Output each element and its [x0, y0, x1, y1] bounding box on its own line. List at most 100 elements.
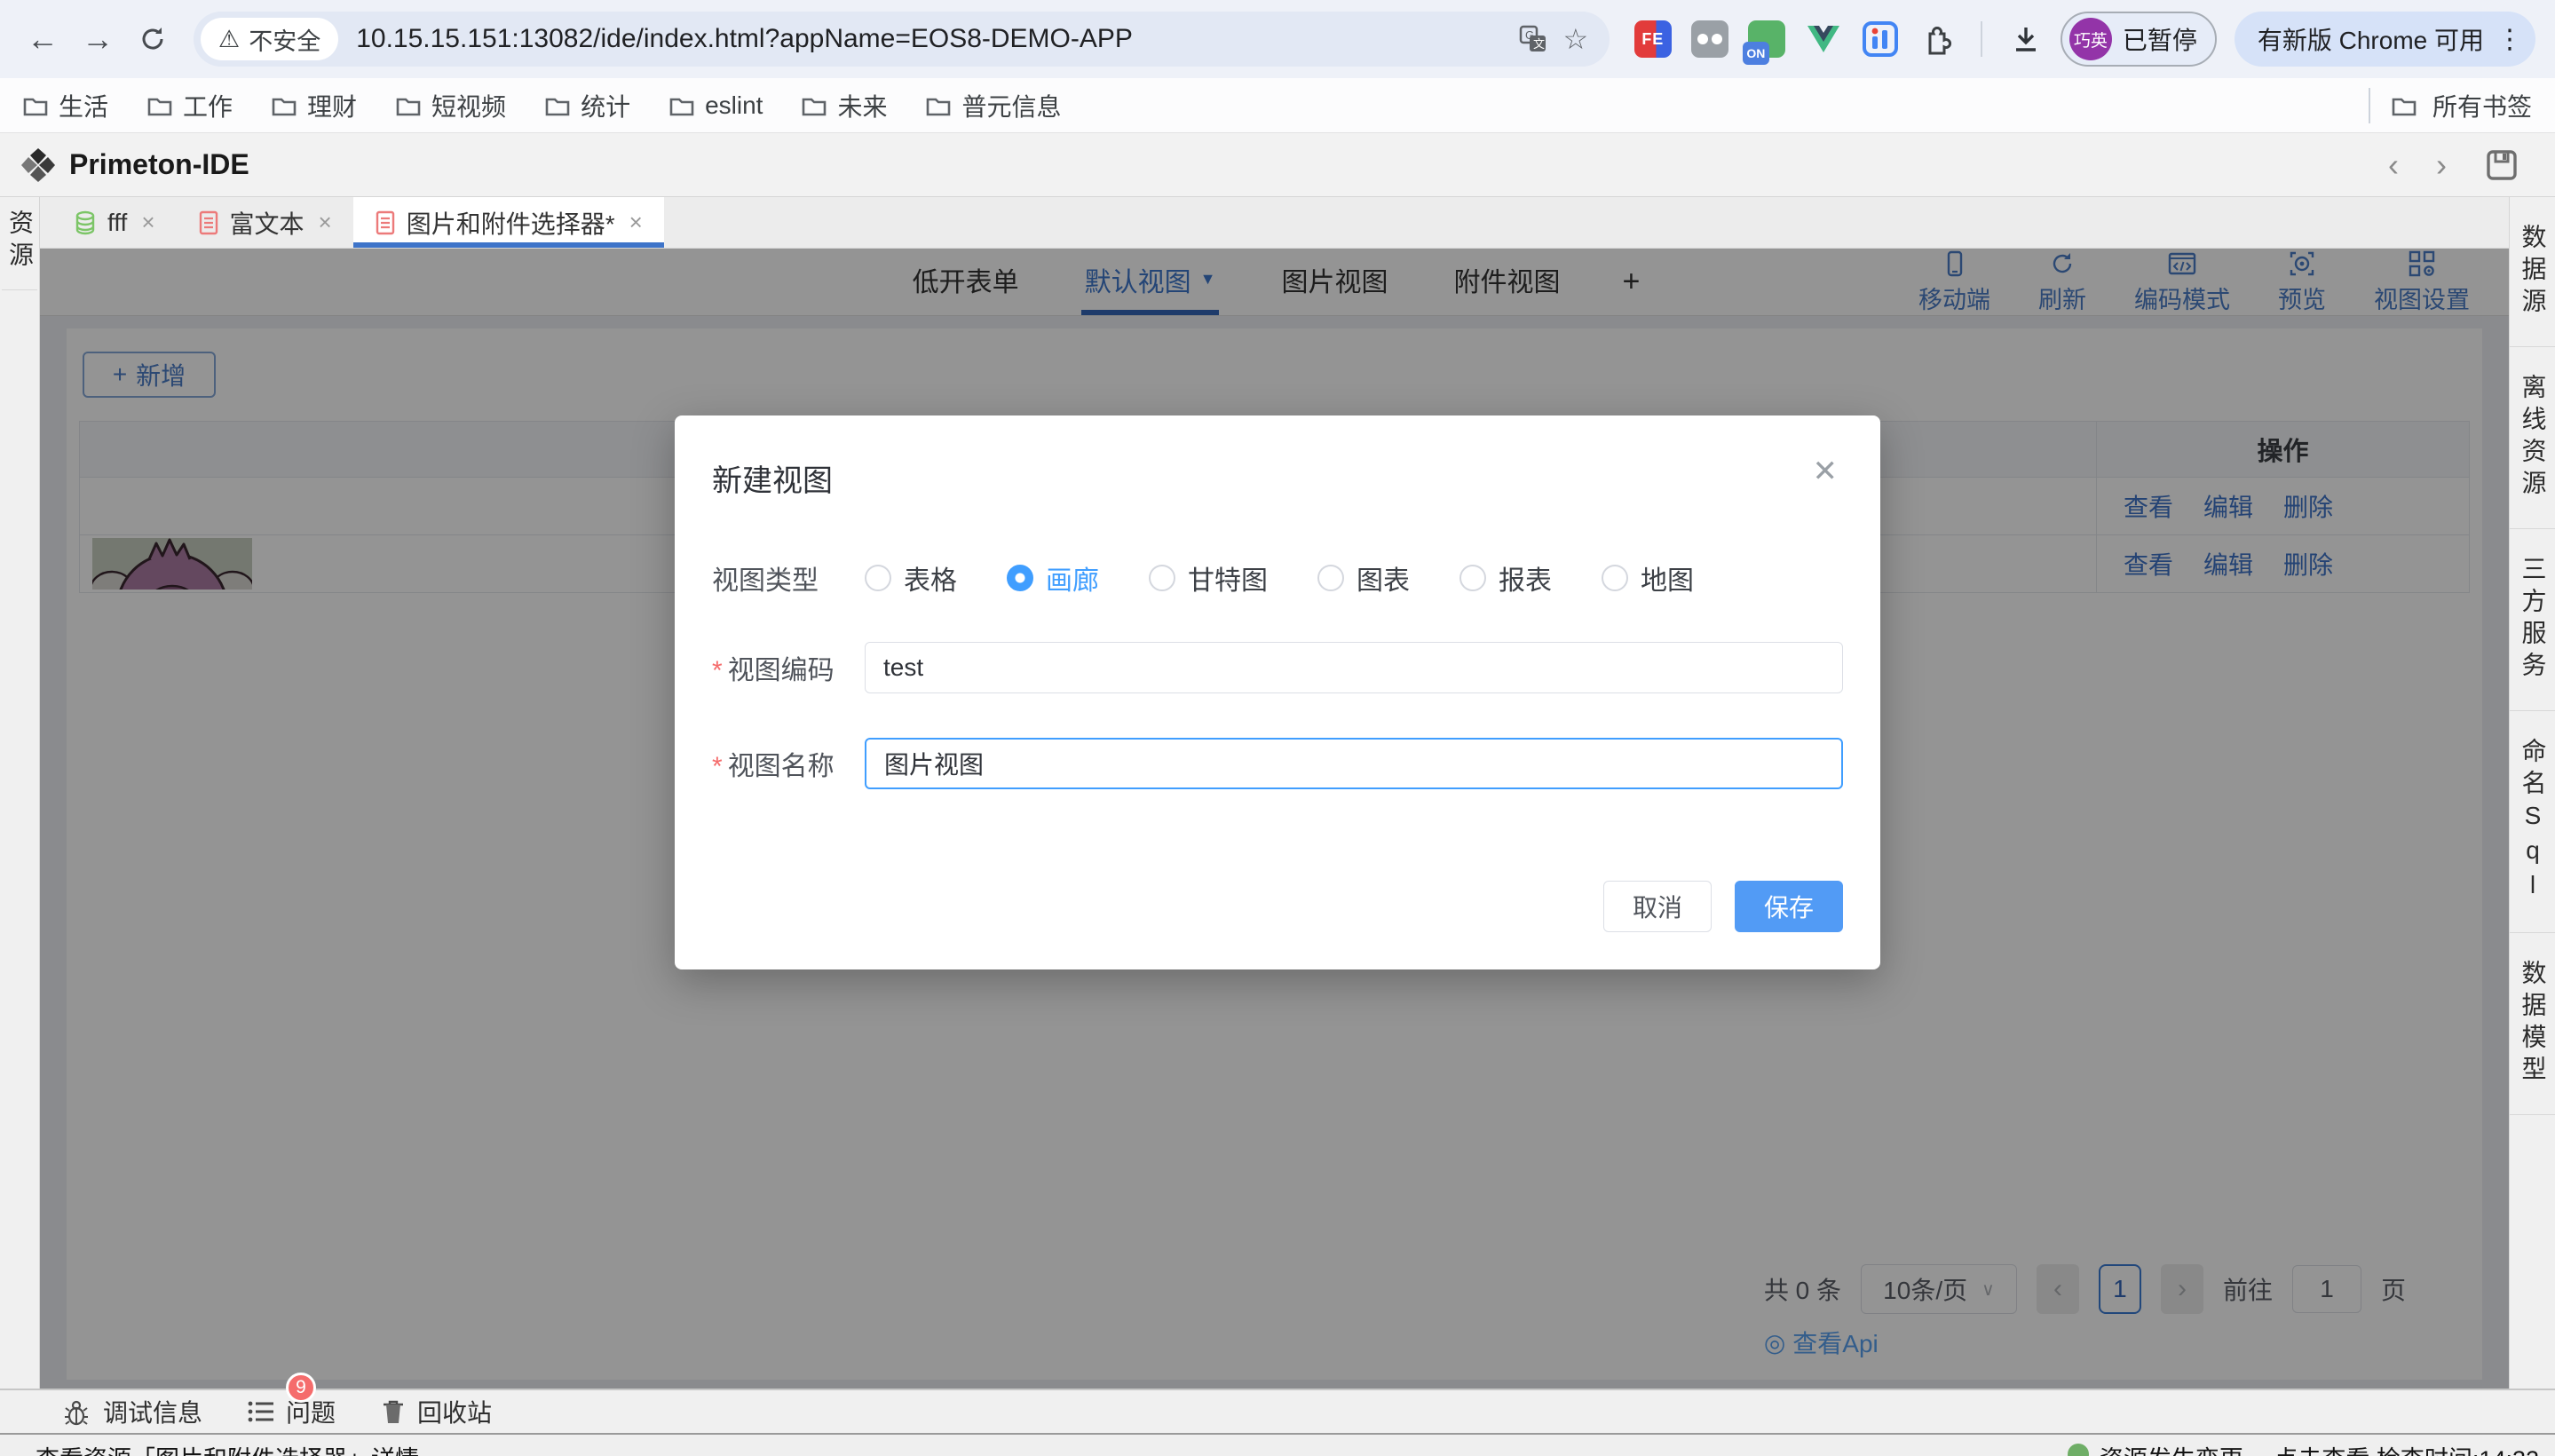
- view-type-label: 视图类型: [712, 558, 865, 597]
- radio-gantt[interactable]: 甘特图: [1149, 558, 1268, 597]
- history-back-icon[interactable]: ‹: [2388, 146, 2399, 184]
- document-icon: [198, 210, 219, 235]
- history-forward-icon[interactable]: ›: [2436, 146, 2447, 184]
- profile-avatar[interactable]: 巧英: [2069, 18, 2112, 60]
- bookmark-item[interactable]: 未来: [802, 88, 887, 123]
- bookmark-item[interactable]: 短视频: [396, 88, 506, 123]
- radio-icon: [1317, 565, 1344, 591]
- close-icon[interactable]: ×: [319, 209, 332, 236]
- radio-icon: [1149, 565, 1175, 591]
- security-chip[interactable]: ⚠ 不安全: [201, 18, 338, 60]
- forward-button[interactable]: →: [75, 16, 121, 62]
- back-button[interactable]: ←: [20, 16, 66, 62]
- svg-text:文: 文: [1533, 37, 1545, 51]
- extension-ic-icon[interactable]: [1862, 20, 1899, 58]
- bookmark-item[interactable]: 统计: [545, 88, 630, 123]
- radio-icon: [1459, 565, 1486, 591]
- radio-icon: [865, 565, 891, 591]
- trash-icon: [380, 1397, 407, 1426]
- dialog-close-icon[interactable]: ✕: [1807, 456, 1844, 487]
- bookmark-item[interactable]: 普元信息: [926, 88, 1061, 123]
- rail-item-resources[interactable]: 资源: [2, 210, 37, 290]
- bookmark-item[interactable]: 工作: [147, 88, 233, 123]
- omnibox[interactable]: ⚠ 不安全 10.15.15.151:13082/ide/index.html?…: [194, 12, 1610, 67]
- radio-icon: [1602, 565, 1628, 591]
- cancel-button[interactable]: 取消: [1603, 881, 1712, 932]
- ide-titlebar: Primeton-IDE ‹ ›: [0, 133, 2555, 197]
- warning-icon: ⚠: [218, 26, 240, 53]
- radio-gallery[interactable]: 画廊: [1007, 558, 1099, 597]
- view-name-input[interactable]: [865, 738, 1843, 789]
- extension-on-icon[interactable]: ON: [1748, 20, 1785, 58]
- problems-button[interactable]: 问题 9: [247, 1394, 336, 1429]
- bookmark-item[interactable]: 生活: [23, 88, 108, 123]
- bookmarks-bar: 生活 工作 理财 短视频 统计 eslint 未来 普元信息 所有书签: [0, 78, 2555, 133]
- url-text[interactable]: 10.15.15.151:13082/ide/index.html?appNam…: [356, 24, 1512, 54]
- doc-tab-image-attachment-picker[interactable]: 图片和附件选择器* ×: [353, 197, 664, 248]
- doc-tab-richtext[interactable]: 富文本 ×: [177, 197, 353, 248]
- document-icon: [375, 210, 396, 235]
- left-rail: 资源: [0, 197, 40, 1389]
- radio-table[interactable]: 表格: [865, 558, 957, 597]
- status-right[interactable]: 资源发生变更， 点击查看 检查时间:14:32: [2068, 1435, 2539, 1456]
- reload-icon: [138, 24, 168, 54]
- list-icon: [247, 1398, 275, 1425]
- rail-item-datasource[interactable]: 数据源: [2510, 197, 2555, 347]
- radio-report[interactable]: 报表: [1459, 558, 1552, 597]
- save-icon[interactable]: [2484, 147, 2519, 183]
- bookmark-star-icon[interactable]: ☆: [1554, 18, 1597, 60]
- chrome-update-button[interactable]: 有新版 Chrome 可用 ⋮: [2235, 12, 2535, 67]
- profile-status: 已暂停: [2123, 21, 2197, 57]
- radio-chart[interactable]: 图表: [1317, 558, 1410, 597]
- extension-fe-icon[interactable]: FE: [1634, 20, 1672, 58]
- folder-icon: [2392, 94, 2417, 117]
- toolbar-divider: [1981, 21, 1982, 57]
- folder-icon: [545, 94, 570, 117]
- security-label: 不安全: [249, 22, 320, 57]
- bookmark-item[interactable]: 理财: [272, 88, 357, 123]
- translate-icon[interactable]: G文: [1512, 18, 1554, 60]
- folder-icon: [147, 94, 172, 117]
- save-button[interactable]: 保存: [1735, 881, 1843, 932]
- extensions-row: FE ON: [1627, 20, 2052, 58]
- bottom-toolbar: 调试信息 问题 9 回收站: [0, 1389, 2555, 1433]
- folder-icon: [272, 94, 297, 117]
- extension-gray-icon[interactable]: [1691, 20, 1728, 58]
- rail-item-named-sql[interactable]: 命名Sql: [2510, 711, 2555, 933]
- downloads-icon[interactable]: [2007, 20, 2045, 58]
- view-type-radio-group: 表格 画廊 甘特图 图表 报表 地图: [865, 558, 1694, 597]
- document-tabs: fff × 富文本 × 图片和附件选择器* ×: [40, 197, 2509, 249]
- change-dot-icon: [2068, 1444, 2089, 1456]
- folder-icon: [669, 94, 694, 117]
- status-left[interactable]: 查看资源「图片和附件选择器」详情: [36, 1435, 419, 1456]
- folder-icon: [23, 94, 48, 117]
- debug-bug-icon: [64, 1397, 92, 1426]
- problems-count-badge: 9: [286, 1373, 316, 1403]
- view-name-label: *视图名称: [712, 744, 865, 783]
- folder-icon: [396, 94, 421, 117]
- close-icon[interactable]: ×: [141, 209, 154, 236]
- browser-menu-icon[interactable]: ⋮: [2496, 24, 2523, 55]
- radio-checked-icon: [1007, 565, 1033, 591]
- radio-map[interactable]: 地图: [1602, 558, 1694, 597]
- rail-item-data-model[interactable]: 数据模型: [2510, 933, 2555, 1115]
- debug-info-button[interactable]: 调试信息: [64, 1394, 202, 1429]
- view-code-input[interactable]: [865, 642, 1843, 693]
- doc-tab-fff[interactable]: fff ×: [52, 197, 177, 248]
- status-bar: 查看资源「图片和附件选择器」详情 资源发生变更， 点击查看 检查时间:14:32: [0, 1433, 2555, 1456]
- folder-icon: [802, 94, 827, 117]
- reload-button[interactable]: [130, 16, 176, 62]
- rail-item-offline-resources[interactable]: 离线资源: [2510, 347, 2555, 529]
- database-icon: [74, 210, 97, 235]
- dialog-title: 新建视图: [712, 456, 833, 500]
- rail-item-thirdparty-services[interactable]: 三方服务: [2510, 529, 2555, 711]
- all-bookmarks[interactable]: 所有书签: [2363, 88, 2532, 123]
- profile-pill[interactable]: 巧英 已暂停: [2061, 12, 2217, 67]
- extension-vue-icon[interactable]: [1805, 20, 1842, 58]
- extensions-puzzle-icon[interactable]: [1918, 20, 1956, 58]
- close-icon[interactable]: ×: [629, 209, 643, 236]
- bookmark-item[interactable]: eslint: [669, 91, 763, 120]
- view-code-label: *视图编码: [712, 648, 865, 687]
- browser-toolbar: ← → ⚠ 不安全 10.15.15.151:13082/ide/index.h…: [0, 0, 2555, 78]
- recycle-bin-button[interactable]: 回收站: [380, 1394, 492, 1429]
